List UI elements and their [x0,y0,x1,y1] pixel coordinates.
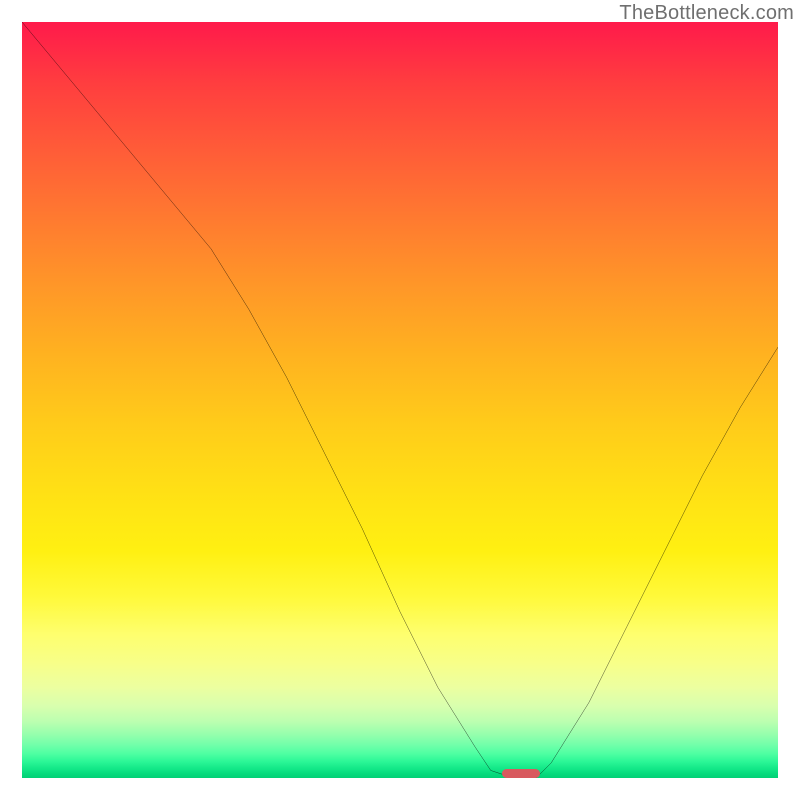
bottleneck-curve [22,22,778,778]
chart-frame: TheBottleneck.com [0,0,800,800]
minimum-marker [502,769,540,778]
attribution-text: TheBottleneck.com [619,2,794,25]
